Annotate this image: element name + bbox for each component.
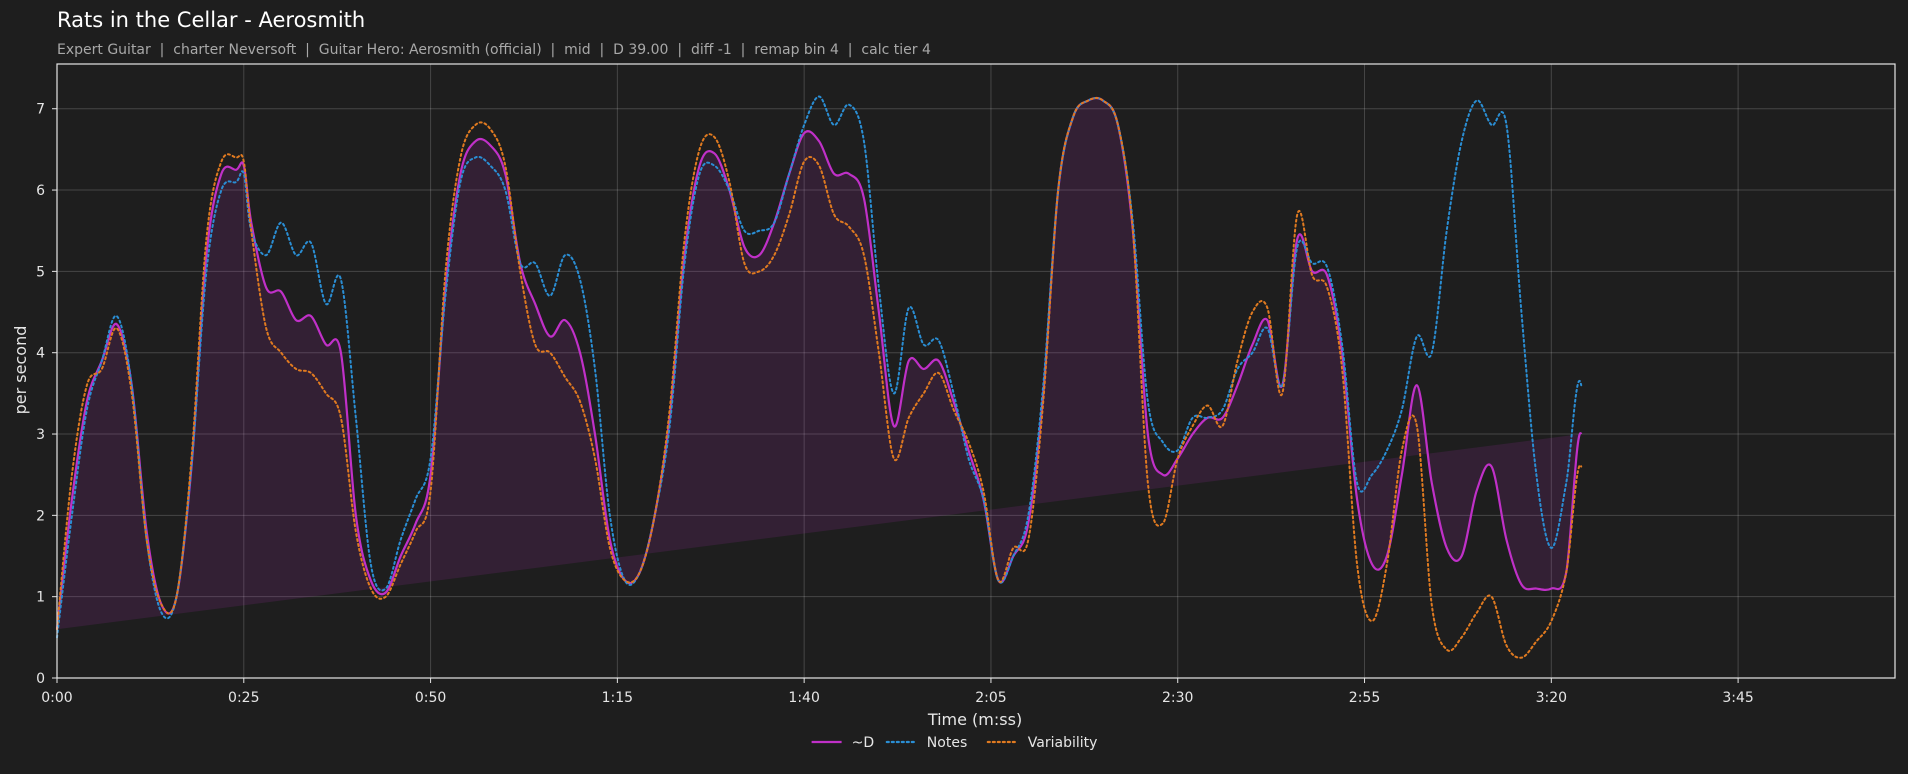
y-tick-label: 6 — [36, 183, 45, 199]
chart-subtitle: Expert Guitar | charter Neversoft | Guit… — [57, 42, 931, 58]
y-tick-label: 3 — [36, 427, 45, 443]
y-axis-label: per second — [11, 326, 30, 415]
x-tick-label: 0:25 — [228, 690, 259, 706]
y-tick-label: 7 — [36, 102, 45, 118]
x-tick-label: 2:55 — [1349, 690, 1380, 706]
y-tick-label: 1 — [36, 590, 45, 606]
x-tick-label: 2:05 — [975, 690, 1006, 706]
y-tick-label: 2 — [36, 508, 45, 524]
x-axis-ticks: 0:00 0:25 0:50 1:15 1:40 2:05 2:30 2:55 3:20 3:45 — [41, 678, 1754, 706]
x-tick-label: 3:45 — [1722, 690, 1753, 706]
x-tick-label: 1:15 — [602, 690, 633, 706]
legend-label-2: Variability — [1028, 735, 1098, 751]
legend-label-0: ~D — [852, 735, 875, 751]
x-tick-label: 3:20 — [1536, 690, 1567, 706]
y-tick-label: 4 — [36, 346, 45, 362]
chart-title: Rats in the Cellar - Aerosmith — [57, 8, 365, 32]
y-axis-ticks: 0 1 2 3 4 5 6 7 — [36, 102, 57, 687]
legend-label-1: Notes — [927, 735, 967, 751]
y-tick-label: 5 — [36, 264, 45, 280]
chart: Rats in the Cellar - Aerosmith Expert Gu… — [11, 8, 1896, 751]
x-tick-label: 0:00 — [41, 690, 72, 706]
y-tick-label: 0 — [36, 671, 45, 687]
x-tick-label: 2:30 — [1162, 690, 1193, 706]
area-fill — [57, 98, 1582, 630]
legend: ~D Notes Variability — [811, 735, 1098, 751]
x-axis-label: Time (m:ss) — [927, 710, 1022, 729]
x-tick-label: 1:40 — [788, 690, 819, 706]
x-tick-label: 0:50 — [415, 690, 446, 706]
series-d-area — [57, 98, 1582, 630]
